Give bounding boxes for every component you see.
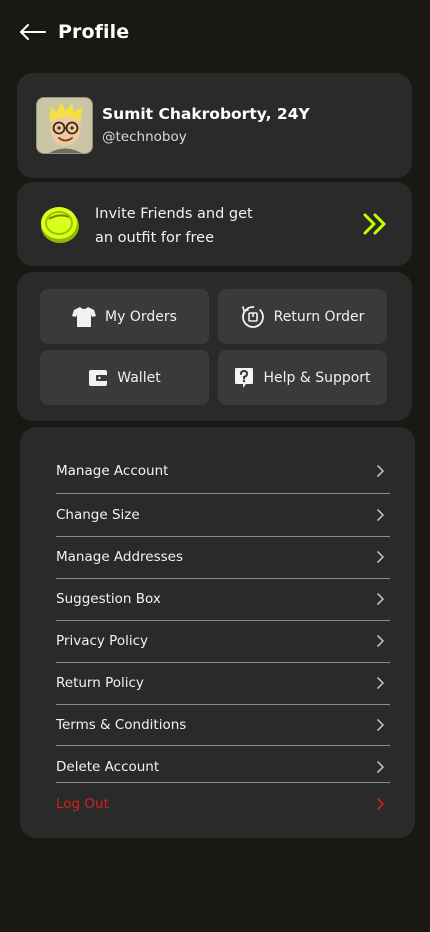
profile-card[interactable]: Sumit Chakroborty, 24Y @technoboy [17,73,412,178]
avatar [36,97,93,154]
my-orders-button[interactable]: My Orders [40,289,209,344]
invite-friends-banner[interactable]: Invite Friends and get an outfit for fre… [17,182,412,266]
menu-item-label: Manage Addresses [56,549,184,565]
invite-line-1: Invite Friends and get [95,206,253,222]
tshirt-icon [72,306,97,327]
chevron-right-icon [377,760,385,773]
logout-button[interactable]: Log Out [56,783,390,825]
menu-item-label: Return Policy [56,675,144,691]
chevron-right-icon [377,508,385,521]
back-button[interactable] [18,18,46,46]
coin-icon [41,207,79,243]
help-support-button[interactable]: Help & Support [218,350,387,405]
profile-name: Sumit Chakroborty, 24Y [102,105,310,123]
my-orders-label: My Orders [105,308,177,325]
help-icon [235,367,254,388]
menu-item-label: Terms & Conditions [56,716,187,733]
menu-item-terms-conditions[interactable]: Terms & Conditions [56,705,390,746]
settings-menu: Manage Account Change Size Manage Addres… [20,427,415,838]
menu-item-suggestion-box[interactable]: Suggestion Box [56,579,390,621]
menu-item-privacy-policy[interactable]: Privacy Policy [56,621,390,663]
invite-line-2: an outfit for free [95,230,214,246]
chevron-right-icon [377,797,385,810]
return-order-label: Return Order [273,308,365,325]
menu-item-delete-account[interactable]: Delete Account [56,746,390,783]
double-chevron-right-icon[interactable] [362,211,388,237]
wallet-label: Wallet [117,369,161,386]
header: Profile [18,18,129,46]
invite-text: Invite Friends and get an outfit for fre… [95,202,310,250]
menu-item-label: Suggestion Box [56,591,161,607]
menu-item-label: Delete Account [56,758,160,775]
help-support-label: Help & Support [263,369,371,386]
logout-label: Log Out [56,795,109,812]
menu-item-label: Change Size [56,506,140,523]
menu-list: Manage Account Change Size Manage Addres… [56,450,390,825]
menu-item-label: Manage Account [56,463,169,479]
chevron-right-icon [377,551,385,563]
menu-item-return-policy[interactable]: Return Policy [56,663,390,705]
return-order-button[interactable]: Return Order [218,289,387,344]
chevron-right-icon [377,718,385,731]
menu-item-label: Privacy Policy [56,633,149,649]
quick-actions-card: My Orders Return Order Wallet Help & Sup… [17,272,412,421]
wallet-button[interactable]: Wallet [40,350,209,405]
menu-item-change-size[interactable]: Change Size [56,494,390,537]
chevron-right-icon [377,593,385,605]
page-title: Profile [58,21,130,43]
profile-handle: @technoboy [102,129,187,145]
menu-item-manage-addresses[interactable]: Manage Addresses [56,537,390,579]
chevron-right-icon [377,635,385,647]
chevron-right-icon [377,465,385,477]
arrow-left-icon [20,24,46,40]
return-icon [241,305,264,328]
menu-item-manage-account[interactable]: Manage Account [56,450,390,494]
chevron-right-icon [377,677,385,689]
wallet-icon [89,369,108,386]
